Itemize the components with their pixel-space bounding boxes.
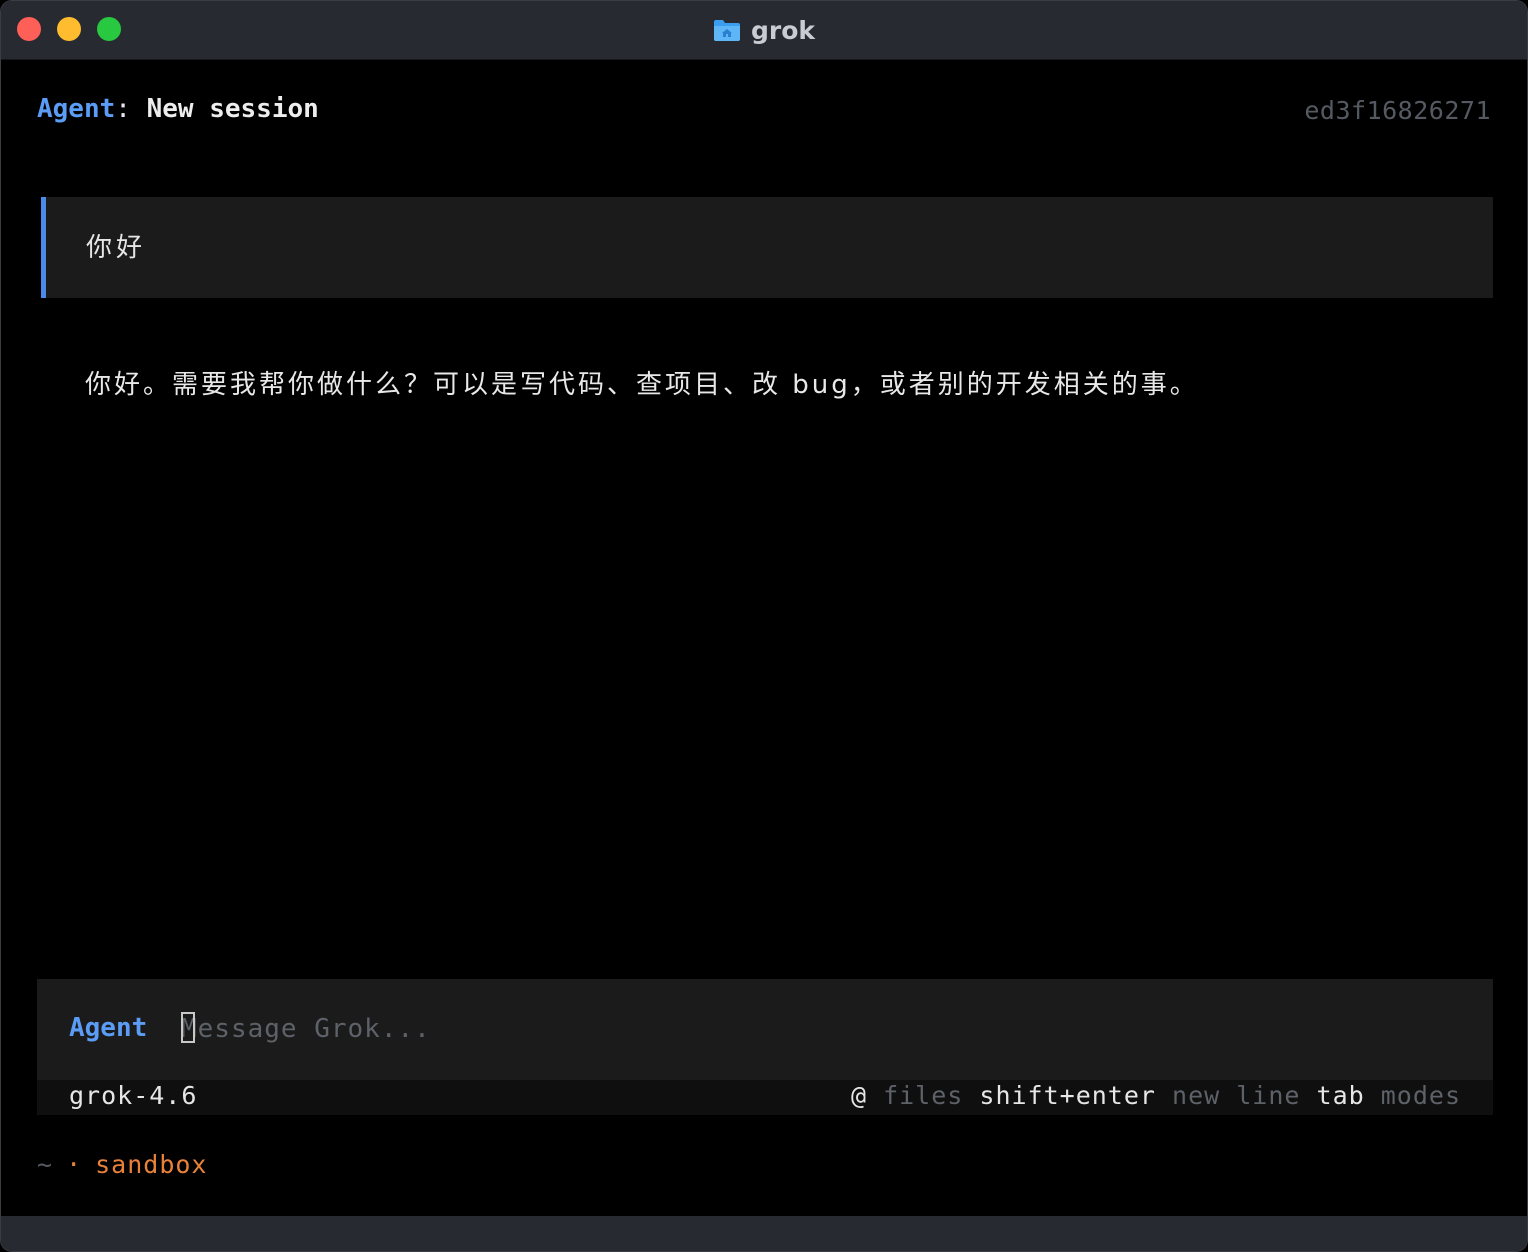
session-id: ed3f16826271 — [1304, 96, 1491, 125]
assistant-message: 你好。需要我帮你做什么？可以是写代码、查项目、改 bug，或者别的开发相关的事。 — [85, 370, 1199, 400]
terminal-content: Agent: New session ed3f16826271 你好 你好。需要… — [1, 60, 1527, 1216]
window-bottom-bar — [1, 1216, 1527, 1251]
hint-key-new-line: shift+enter — [979, 1081, 1156, 1110]
header-separator: : — [115, 94, 131, 124]
home-folder-icon — [713, 18, 741, 42]
hint-key-modes: tab — [1316, 1081, 1365, 1110]
hint-desc-modes: modes — [1380, 1081, 1461, 1110]
text-cursor — [181, 1012, 195, 1043]
footer-home-path: ~ — [37, 1150, 53, 1179]
footer-path: ~ · sandbox — [37, 1150, 207, 1179]
hint-key-files: @ — [850, 1081, 867, 1110]
window-title-group: grok — [1, 1, 1527, 59]
environment-label: sandbox — [95, 1150, 208, 1179]
model-name[interactable]: grok-4.6 — [69, 1081, 197, 1110]
user-message: 你好 — [41, 197, 1493, 298]
composer-mode-label[interactable]: Agent — [69, 1013, 147, 1043]
message-composer[interactable]: Agent — [37, 979, 1493, 1080]
header-mode-label: Agent — [37, 94, 116, 124]
hint-desc-new-line: new line — [1172, 1081, 1301, 1110]
terminal-window: grok Agent: New session ed3f16826271 你好 … — [0, 0, 1528, 1252]
message-input[interactable] — [181, 1011, 1081, 1047]
session-header: Agent: New session — [37, 94, 319, 124]
footer-separator: · — [66, 1150, 82, 1179]
status-bar: grok-4.6 @ files shift+enter new line ta… — [37, 1080, 1493, 1115]
user-message-text: 你好 — [86, 233, 147, 263]
keyboard-hints: @ files shift+enter new line tab modes — [851, 1081, 1461, 1110]
window-title: grok — [750, 15, 816, 45]
title-bar[interactable]: grok — [1, 1, 1527, 60]
session-title: New session — [146, 94, 319, 124]
hint-desc-files: files — [883, 1081, 964, 1110]
